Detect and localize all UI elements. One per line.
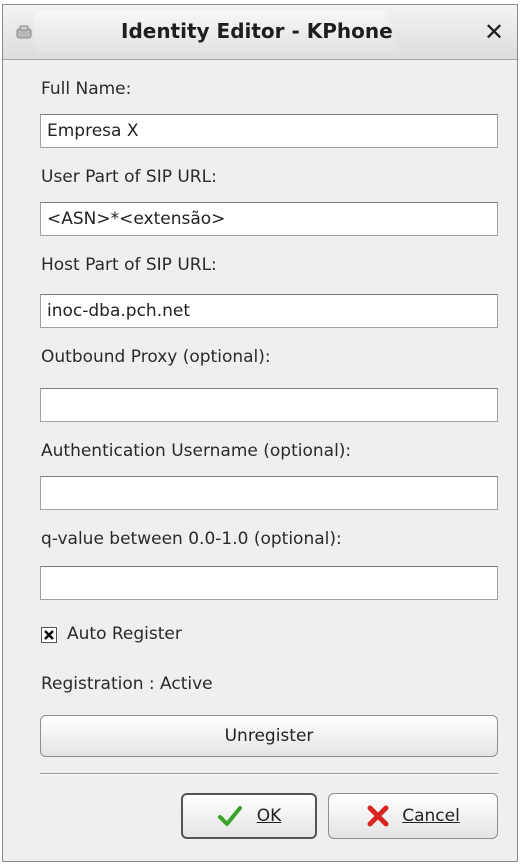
- host-part-label: Host Part of SIP URL:: [41, 255, 217, 275]
- cancel-label: Cancel: [402, 806, 460, 826]
- window-title: Identity Editor - KPhone: [121, 19, 393, 43]
- auth-username-field[interactable]: [40, 476, 498, 510]
- cancel-button[interactable]: Cancel: [328, 793, 498, 839]
- close-icon[interactable]: ✕: [481, 19, 507, 45]
- red-x-icon: [367, 805, 389, 827]
- user-part-label: User Part of SIP URL:: [41, 167, 217, 187]
- ok-button[interactable]: OK: [181, 793, 317, 839]
- registration-status: Registration : Active: [41, 674, 213, 694]
- auto-register-checkbox[interactable]: [41, 627, 57, 643]
- auto-register-label[interactable]: Auto Register: [67, 624, 182, 644]
- outbound-proxy-field[interactable]: [40, 388, 498, 422]
- outbound-proxy-label: Outbound Proxy (optional):: [41, 347, 271, 367]
- full-name-label: Full Name:: [41, 79, 132, 99]
- host-part-field[interactable]: inoc-dba.pch.net: [40, 294, 498, 328]
- unregister-label: Unregister: [224, 726, 314, 746]
- kphone-app-icon[interactable]: [15, 23, 33, 41]
- q-value-label: q-value between 0.0-1.0 (optional):: [41, 529, 342, 549]
- q-value-field[interactable]: [40, 566, 498, 600]
- full-name-field[interactable]: Empresa X: [40, 114, 498, 148]
- title-bar[interactable]: Identity Editor - KPhone ✕: [3, 5, 517, 60]
- unregister-button[interactable]: Unregister: [40, 715, 498, 757]
- separator: [40, 773, 498, 775]
- identity-editor-window: Identity Editor - KPhone ✕ Full Name: Em…: [2, 4, 518, 862]
- ok-label: OK: [256, 806, 282, 826]
- auth-username-label: Authentication Username (optional):: [41, 441, 352, 461]
- checkmark-x-icon: [44, 630, 54, 640]
- checkmark-icon: [217, 806, 242, 826]
- user-part-field[interactable]: <ASN>*<extensão>: [40, 202, 498, 236]
